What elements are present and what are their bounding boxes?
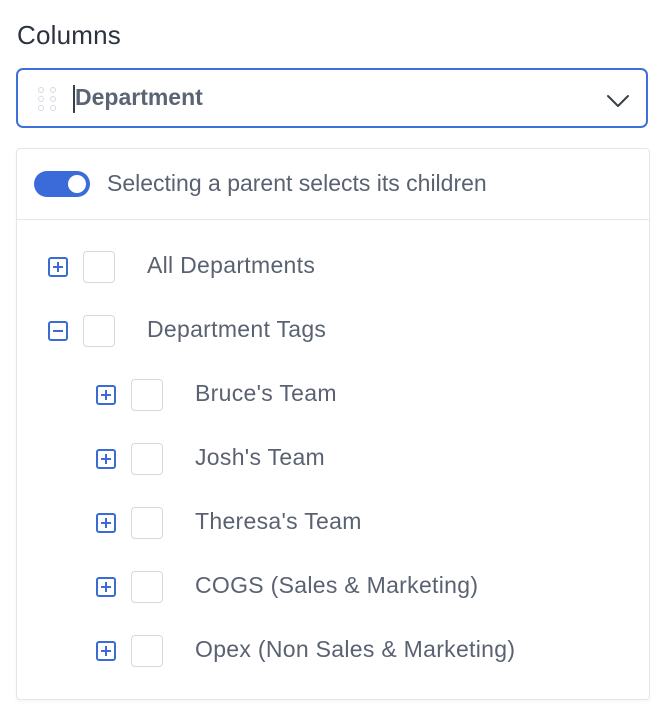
checkbox[interactable] xyxy=(131,443,163,475)
checkbox[interactable] xyxy=(83,251,115,283)
tree-row-label: Josh's Team xyxy=(195,444,325,470)
checkbox[interactable] xyxy=(83,315,115,347)
chevron-down-icon[interactable] xyxy=(606,88,630,112)
toggle-label: Selecting a parent selects its children xyxy=(107,170,487,196)
checkbox[interactable] xyxy=(131,379,163,411)
tree-row-theresas-team: Theresa's Team xyxy=(17,504,649,544)
tree-row-label: Department Tags xyxy=(147,316,327,342)
cascade-selection-toggle[interactable] xyxy=(34,171,90,197)
plus-square-icon[interactable] xyxy=(96,385,116,405)
toggle-knob xyxy=(68,175,86,193)
plus-square-icon[interactable] xyxy=(48,257,68,277)
tree-row-bruces-team: Bruce's Team xyxy=(17,376,649,416)
tree-row-all-departments: All Departments xyxy=(17,248,649,288)
plus-square-icon[interactable] xyxy=(96,577,116,597)
columns-field: Columns Department Selecting a parent se… xyxy=(0,0,668,712)
tree-row-label: Theresa's Team xyxy=(195,508,362,534)
checkbox[interactable] xyxy=(131,507,163,539)
columns-select[interactable]: Department xyxy=(16,68,648,128)
checkbox[interactable] xyxy=(131,635,163,667)
tree-row-opex: Opex (Non Sales & Marketing) xyxy=(17,632,649,672)
select-value[interactable]: Department xyxy=(75,84,203,111)
plus-square-icon[interactable] xyxy=(96,513,116,533)
tree-row-joshs-team: Josh's Team xyxy=(17,440,649,480)
dropdown-header: Selecting a parent selects its children xyxy=(17,149,649,220)
checkbox[interactable] xyxy=(131,571,163,603)
field-label: Columns xyxy=(17,20,121,50)
tree-row-cogs: COGS (Sales & Marketing) xyxy=(17,568,649,608)
tree-row-department-tags: Department Tags xyxy=(17,312,649,352)
drag-handle-icon[interactable] xyxy=(38,87,58,113)
tree-row-label: Opex (Non Sales & Marketing) xyxy=(195,636,516,662)
dropdown-panel: Selecting a parent selects its children … xyxy=(16,148,650,700)
minus-square-icon[interactable] xyxy=(48,321,68,341)
tree-row-label: COGS (Sales & Marketing) xyxy=(195,572,479,598)
plus-square-icon[interactable] xyxy=(96,641,116,661)
plus-square-icon[interactable] xyxy=(96,449,116,469)
tree-row-label: All Departments xyxy=(147,252,316,278)
tree-row-label: Bruce's Team xyxy=(195,380,337,406)
